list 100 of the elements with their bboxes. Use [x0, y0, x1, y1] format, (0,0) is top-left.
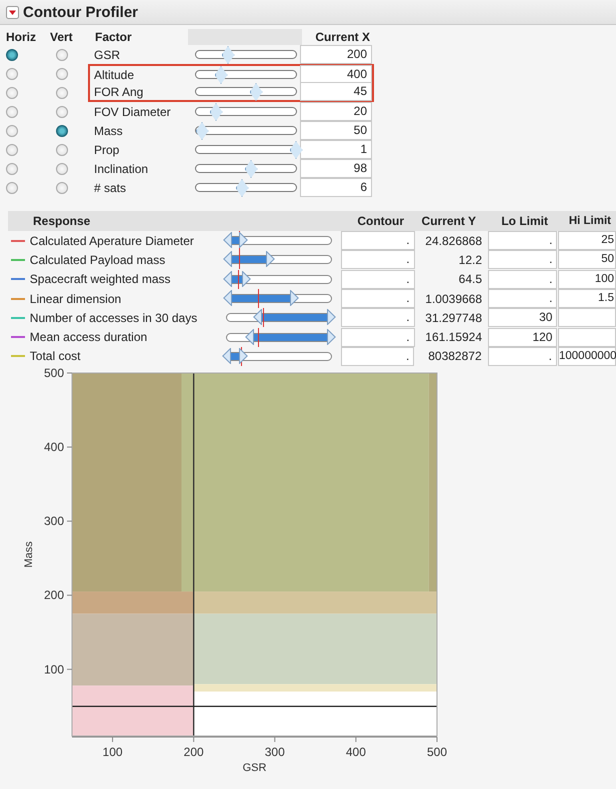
radio-button[interactable]	[6, 124, 18, 136]
input-field[interactable]	[558, 308, 616, 328]
input-field[interactable]: 6	[300, 178, 372, 197]
input-field[interactable]: 100000000	[558, 346, 616, 366]
y-axis-label: Mass	[23, 541, 35, 568]
response-name: Total cost	[30, 349, 82, 364]
lower-handle-icon[interactable]	[222, 348, 232, 364]
factor-name: FOR Ang	[93, 84, 144, 98]
table-cell-text: 24.826868	[424, 234, 484, 248]
input-field[interactable]: 1.5	[558, 289, 616, 308]
input-field[interactable]: 50	[300, 121, 372, 140]
lower-handle-icon[interactable]	[222, 232, 232, 248]
lower-handle-icon[interactable]	[222, 251, 232, 268]
x-axis-label: GSR	[242, 762, 266, 774]
input-field[interactable]: .	[488, 289, 558, 308]
response-name: Calculated Payload mass	[30, 252, 166, 267]
factor-name: Inclination	[93, 162, 150, 176]
axis-tick-label: 200	[184, 745, 204, 760]
table-cell-text: 1.0039668	[424, 292, 484, 306]
input-field[interactable]: 200	[300, 45, 372, 64]
upper-handle-icon[interactable]	[239, 232, 248, 248]
input-field[interactable]: 25	[558, 231, 616, 250]
response-name: Linear dimension	[30, 292, 122, 306]
axis-tick-label: 400	[44, 440, 64, 454]
axis-tick-label: 100	[44, 662, 64, 676]
radio-button[interactable]	[6, 162, 18, 174]
upper-handle-icon[interactable]	[242, 270, 252, 287]
input-field[interactable]: 50	[558, 250, 616, 270]
axis-tick-label: 200	[44, 588, 64, 602]
input-field[interactable]: .	[341, 231, 415, 250]
radio-button[interactable]	[56, 182, 68, 194]
input-field[interactable]: .	[341, 308, 415, 328]
factor-name: GSR	[93, 48, 122, 62]
input-field[interactable]: 120	[488, 328, 558, 347]
input-field[interactable]: .	[341, 270, 415, 289]
lower-handle-icon[interactable]	[222, 290, 232, 306]
radio-button[interactable]	[56, 68, 68, 80]
column-header: Horiz	[5, 30, 37, 44]
input-field[interactable]: .	[488, 250, 558, 270]
table-cell-text: 31.297748	[424, 310, 484, 325]
axis-tick-label: 300	[264, 745, 285, 760]
panel-title: Contour Profiler	[23, 4, 138, 20]
upper-handle-icon[interactable]	[326, 309, 336, 326]
radio-button[interactable]	[6, 48, 18, 60]
axis-tick-label: 500	[426, 745, 448, 760]
upper-handle-icon[interactable]	[326, 328, 336, 345]
upper-handle-icon[interactable]	[266, 251, 276, 268]
radio-button[interactable]	[56, 48, 68, 60]
axis-tick-label: 500	[44, 366, 64, 380]
axis-tick-label: 100	[102, 745, 123, 760]
column-header: Vert	[49, 30, 74, 44]
radio-button[interactable]	[6, 182, 18, 194]
radio-button[interactable]	[6, 144, 18, 156]
input-field[interactable]: 1	[300, 140, 372, 159]
response-name: Spacecraft weighted mass	[30, 272, 172, 286]
radio-button[interactable]	[56, 144, 68, 156]
column-header: Hi Limit	[568, 215, 612, 227]
lower-handle-icon[interactable]	[222, 270, 232, 287]
response-name: Number of accesses in 30 days	[30, 310, 198, 325]
radio-button[interactable]	[56, 106, 68, 118]
table-cell-text: 161.15924	[424, 330, 484, 344]
factor-name: FOV Diameter	[93, 104, 172, 118]
input-field[interactable]: 100	[558, 270, 616, 289]
response-name: Mean access duration	[30, 330, 148, 344]
column-header: Factor	[94, 30, 133, 44]
input-field[interactable]: 20	[300, 102, 372, 121]
input-field[interactable]: .	[340, 346, 414, 366]
crosshair-line[interactable]	[72, 706, 437, 708]
radio-button[interactable]	[56, 162, 68, 174]
column-header: Lo Limit	[500, 214, 549, 228]
radio-button[interactable]	[56, 86, 68, 98]
input-field[interactable]: 98	[300, 159, 372, 178]
input-field[interactable]: .	[341, 250, 415, 270]
axis-tick-label: 300	[44, 514, 64, 528]
factor-name: Mass	[93, 124, 124, 138]
radio-button[interactable]	[6, 86, 18, 98]
lower-handle-icon[interactable]	[252, 309, 262, 326]
column-header: Response	[32, 214, 92, 228]
column-header: Contour	[356, 214, 405, 228]
axis-tick-label: 400	[346, 745, 366, 760]
input-field[interactable]: .	[488, 270, 558, 289]
column-header: Current X	[314, 30, 371, 44]
input-field[interactable]: 45	[300, 82, 372, 101]
radio-button[interactable]	[6, 106, 18, 118]
input-field[interactable]: .	[488, 231, 558, 250]
input-field[interactable]: .	[341, 328, 415, 347]
radio-button[interactable]	[6, 68, 18, 80]
radio-button[interactable]	[56, 124, 68, 136]
factor-name: Altitude	[93, 68, 136, 82]
input-field[interactable]: 30	[488, 308, 558, 328]
upper-handle-icon[interactable]	[290, 290, 300, 306]
input-field[interactable]: .	[488, 346, 557, 366]
input-field[interactable]	[558, 328, 616, 347]
input-field[interactable]: .	[341, 289, 415, 308]
factor-name: Prop	[93, 142, 120, 156]
lower-handle-icon[interactable]	[244, 328, 254, 345]
upper-handle-icon[interactable]	[239, 348, 248, 364]
table-cell-text: 12.2	[458, 252, 484, 267]
column-header: Current Y	[420, 214, 477, 228]
table-cell-text: 80382872	[427, 349, 483, 364]
